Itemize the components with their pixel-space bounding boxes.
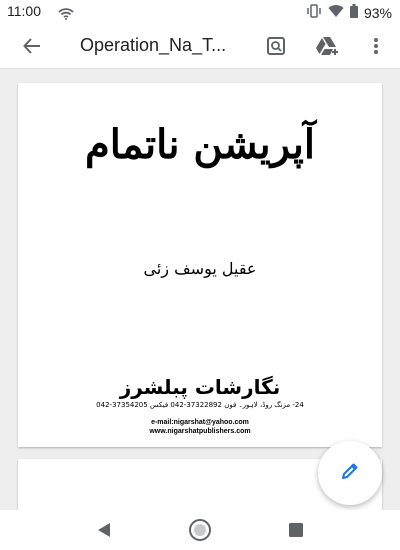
edit-button[interactable] (318, 441, 382, 505)
add-to-drive-icon[interactable] (316, 34, 340, 58)
battery-percent: 93% (363, 4, 392, 21)
app-bar: Operation_Na_T... (0, 24, 400, 69)
search-in-document-icon[interactable] (264, 34, 288, 58)
publisher-email: e-mail:nigarshat@yahoo.com (151, 419, 249, 426)
system-nav-bar (0, 510, 400, 550)
wifi-icon (328, 3, 344, 22)
status-bar: 11:00 93% (0, 0, 400, 24)
publisher-address: 24- مزنگ روڈ، لاہور۔ فون 37322892-042 فی… (96, 401, 304, 409)
vibrate-icon (306, 3, 322, 22)
edit-pencil-icon (340, 461, 360, 485)
nav-home-icon[interactable] (188, 518, 212, 542)
document-title: Operation_Na_T... (80, 35, 227, 55)
nav-back-icon[interactable] (92, 518, 116, 542)
publisher-name: نگارشات پبلشرز (119, 375, 281, 399)
battery-icon (349, 3, 358, 22)
nav-recents-icon[interactable] (284, 518, 308, 542)
publisher-website: www.nigarshatpublishers.com (149, 428, 251, 435)
back-arrow-icon[interactable] (20, 34, 44, 58)
wifi-icon (58, 5, 74, 24)
book-title: آپریشن ناتمام (84, 121, 316, 168)
document-page: آپریشن ناتمام عقیل یوسف زئی نگارشات پبلش… (18, 83, 382, 447)
status-time: 11:00 (7, 3, 41, 19)
book-author: عقیل یوسف زئی (143, 259, 257, 278)
more-vert-icon[interactable] (364, 34, 388, 58)
